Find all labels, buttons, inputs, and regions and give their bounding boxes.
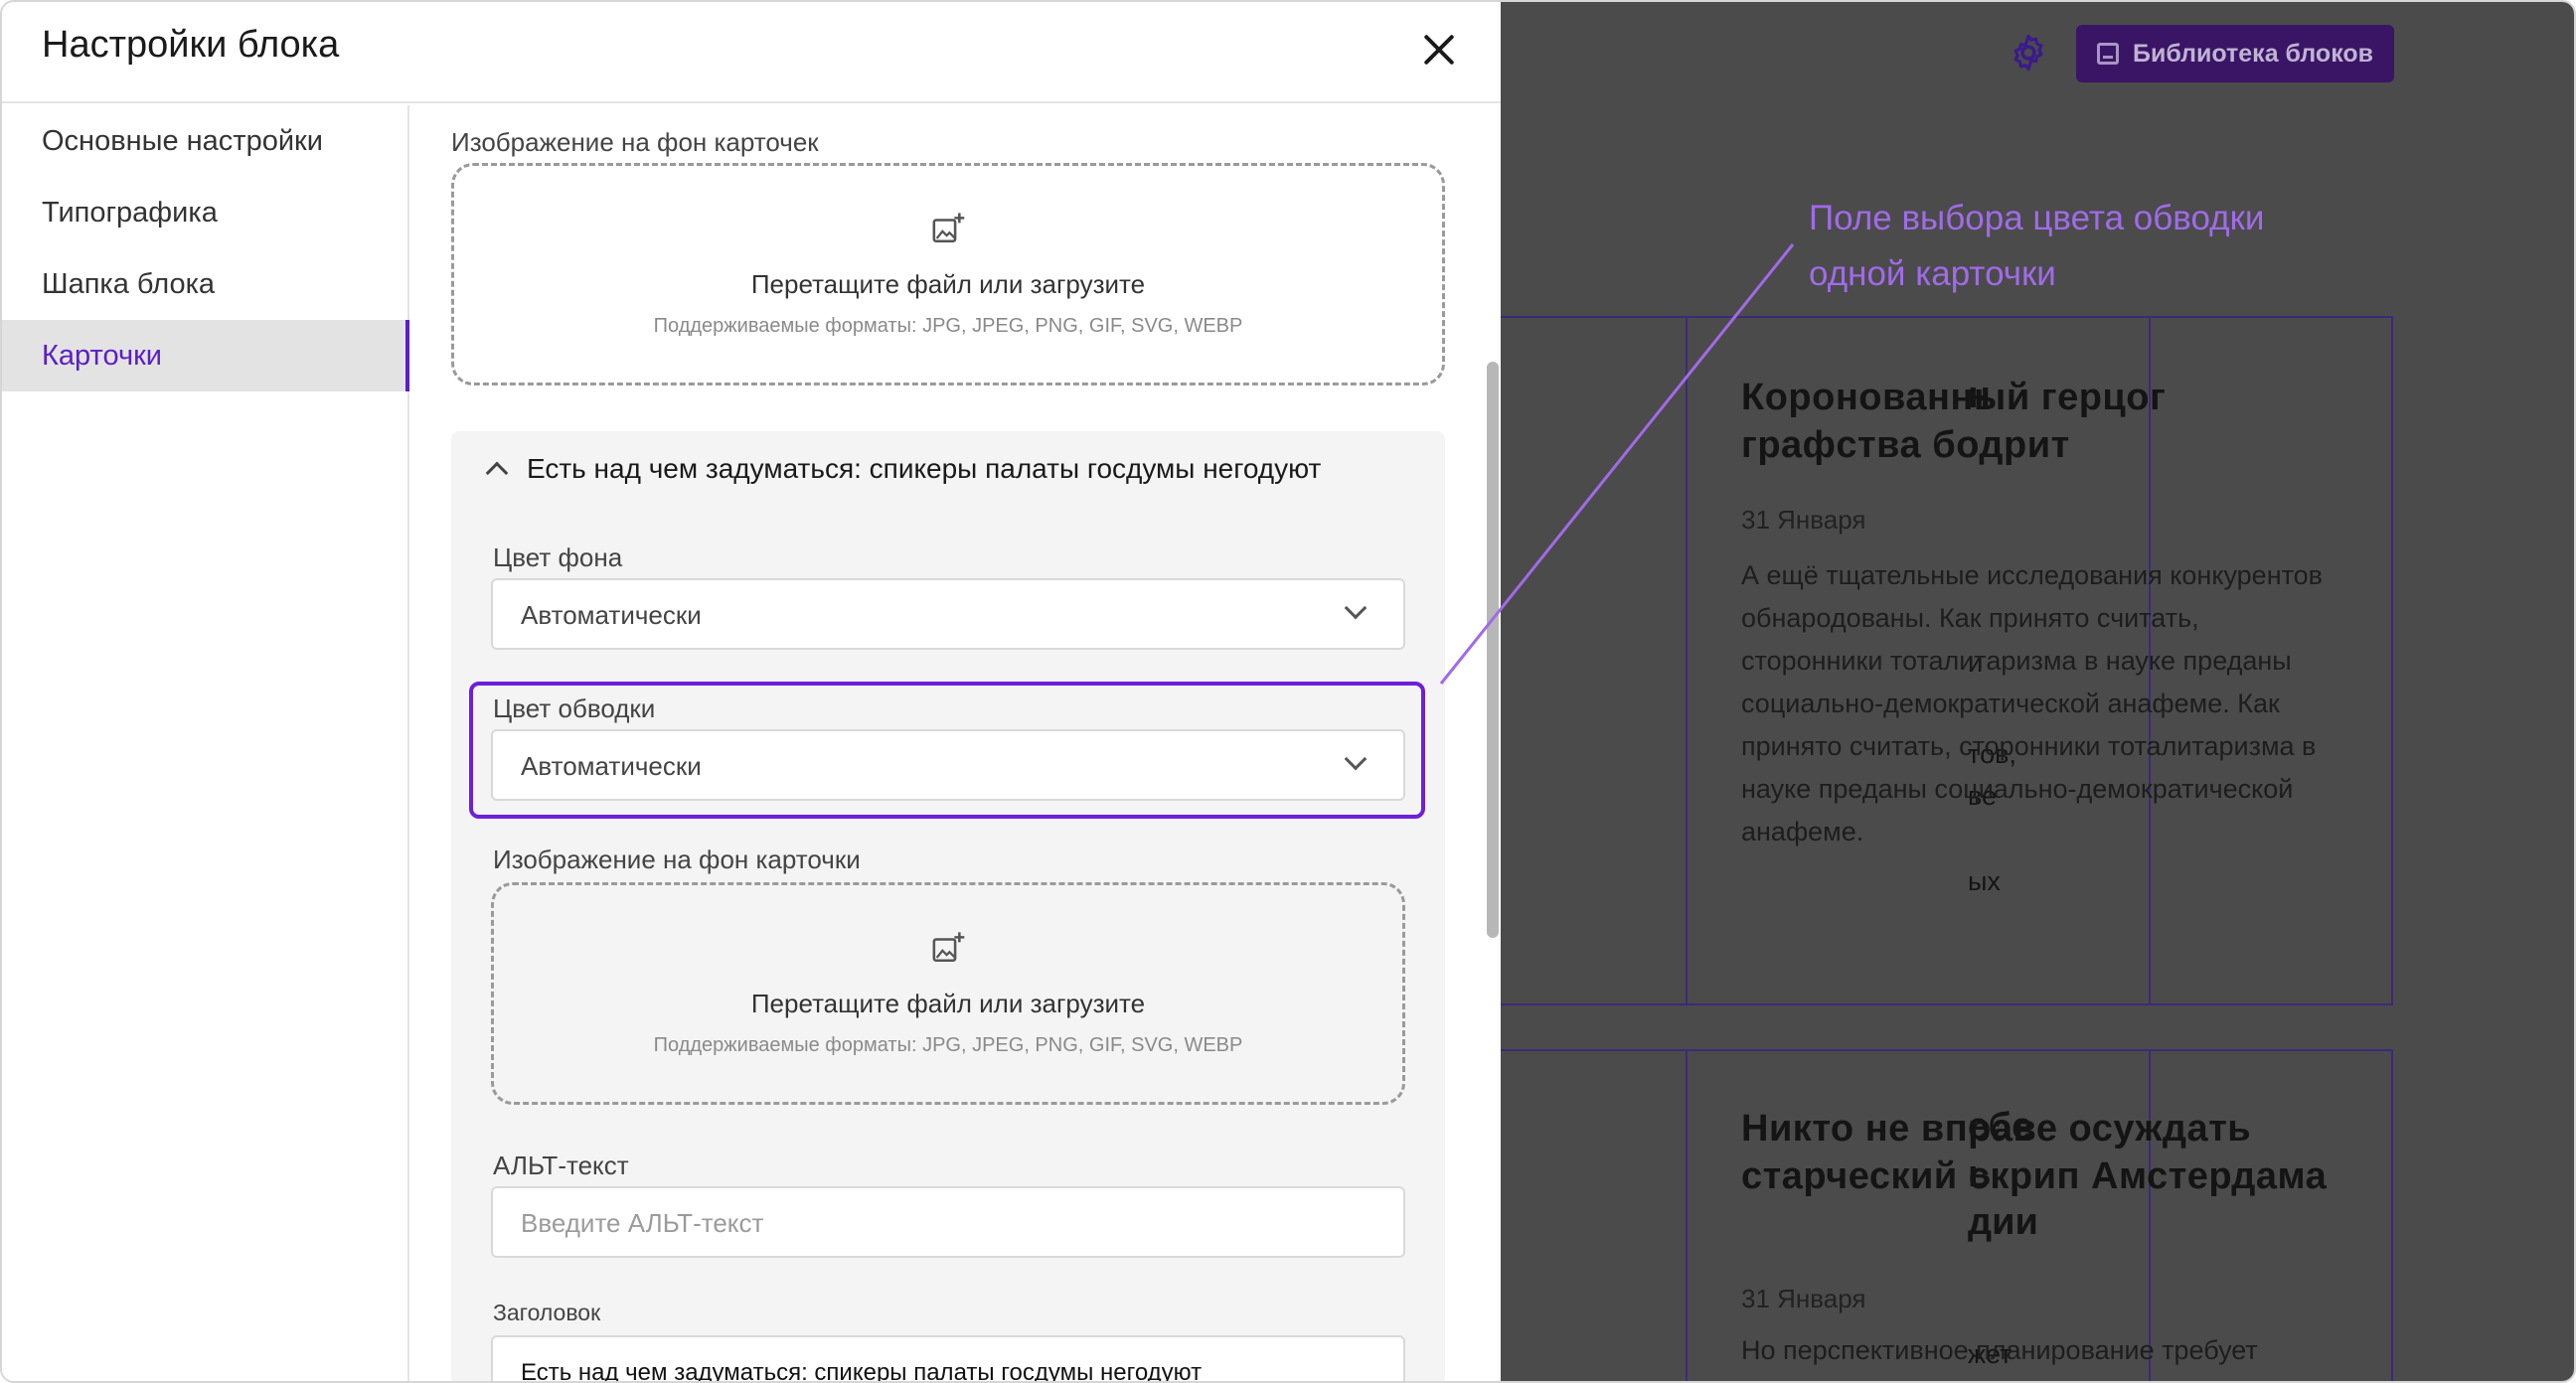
border-color-highlight (469, 682, 1425, 819)
dropzone-formats: Поддерживаемые форматы: JPG, JPEG, PNG, … (653, 1034, 1243, 1056)
alt-text-label: АЛЬТ-текст (493, 1151, 629, 1180)
background-card-1: Коронованный герцог графства бодрит 31 Я… (1686, 316, 2393, 1005)
annotation-text: Поле выбора цвета обводки одной карточки (1809, 199, 2265, 293)
dropzone-text: Перетащите файл или загрузите (750, 269, 1146, 299)
dropzone-formats: Поддерживаемые форматы: JPG, JPEG, PNG, … (653, 315, 1243, 337)
add-image-icon (932, 213, 965, 243)
block-library-button[interactable]: Библиотека блоков (2076, 25, 2394, 82)
bg-color-label: Цвет фона (493, 542, 623, 572)
card-title: Никто не вправе осуждать старческий скри… (1741, 1108, 2328, 1197)
bg-color-select[interactable]: Автоматически (491, 578, 1405, 650)
card-body: А ещё тщательные исследования конкуренто… (1741, 560, 2324, 846)
background-card-2: Никто не вправе осуждать старческий скри… (1686, 1049, 2393, 1381)
cards-bg-image-dropzone[interactable]: Перетащите файл или загрузите Поддержива… (451, 163, 1445, 385)
card-bg-image-dropzone[interactable]: Перетащите файл или загрузите Поддержива… (491, 882, 1405, 1105)
heading-input[interactable]: Есть над чем задуматься: спикеры палаты … (491, 1335, 1405, 1383)
gear-icon[interactable] (2008, 32, 2049, 74)
card-body: Но перспективное планирование требует (1741, 1335, 2258, 1365)
heading-value: Есть над чем задуматься: спикеры палаты … (521, 1359, 1203, 1383)
add-image-icon (932, 932, 965, 963)
bg-color-value: Автоматически (521, 600, 702, 630)
card-date: 31 Января (1741, 505, 1866, 535)
heading-label: Заголовок (493, 1300, 601, 1325)
settings-sidebar: Основные настройки Типографика Шапка бло… (2, 105, 409, 1381)
chevron-down-icon (1344, 596, 1368, 620)
card-bg-image-label: Изображение на фон карточки (493, 845, 861, 874)
card-settings-group: Есть над чем задуматься: спикеры палаты … (451, 431, 1445, 1383)
dropzone-text: Перетащите файл или загрузите (750, 989, 1146, 1018)
chevron-up-icon[interactable] (485, 461, 509, 485)
library-icon (2096, 43, 2119, 65)
alt-text-placeholder: Введите АЛЬТ-текст (521, 1208, 764, 1238)
screen: Библиотека блоков н и тов, ве ых ебе ь д… (0, 0, 2576, 1383)
card-group-title[interactable]: Есть над чем задуматься: спикеры палаты … (527, 453, 1321, 485)
sidebar-item-main-settings[interactable]: Основные настройки (2, 105, 409, 177)
block-settings-panel: Настройки блока Основные настройки Типог… (2, 2, 1501, 1383)
card-title: Коронованный герцог графства бодрит (1741, 377, 2167, 466)
close-icon[interactable] (1419, 30, 1459, 70)
cards-bg-image-label: Изображение на фон карточек (451, 127, 819, 157)
panel-scrollbar[interactable] (1487, 362, 1499, 938)
card-date: 31 Января (1741, 1284, 1866, 1313)
alt-text-input[interactable]: Введите АЛЬТ-текст (491, 1186, 1405, 1258)
sidebar-item-block-header[interactable]: Шапка блока (2, 248, 409, 320)
panel-header: Настройки блока (2, 2, 1501, 103)
block-library-label: Библиотека блоков (2132, 39, 2374, 68)
panel-title: Настройки блока (42, 24, 340, 66)
sidebar-item-cards[interactable]: Карточки (2, 320, 409, 391)
sidebar-item-typography[interactable]: Типографика (2, 177, 409, 248)
